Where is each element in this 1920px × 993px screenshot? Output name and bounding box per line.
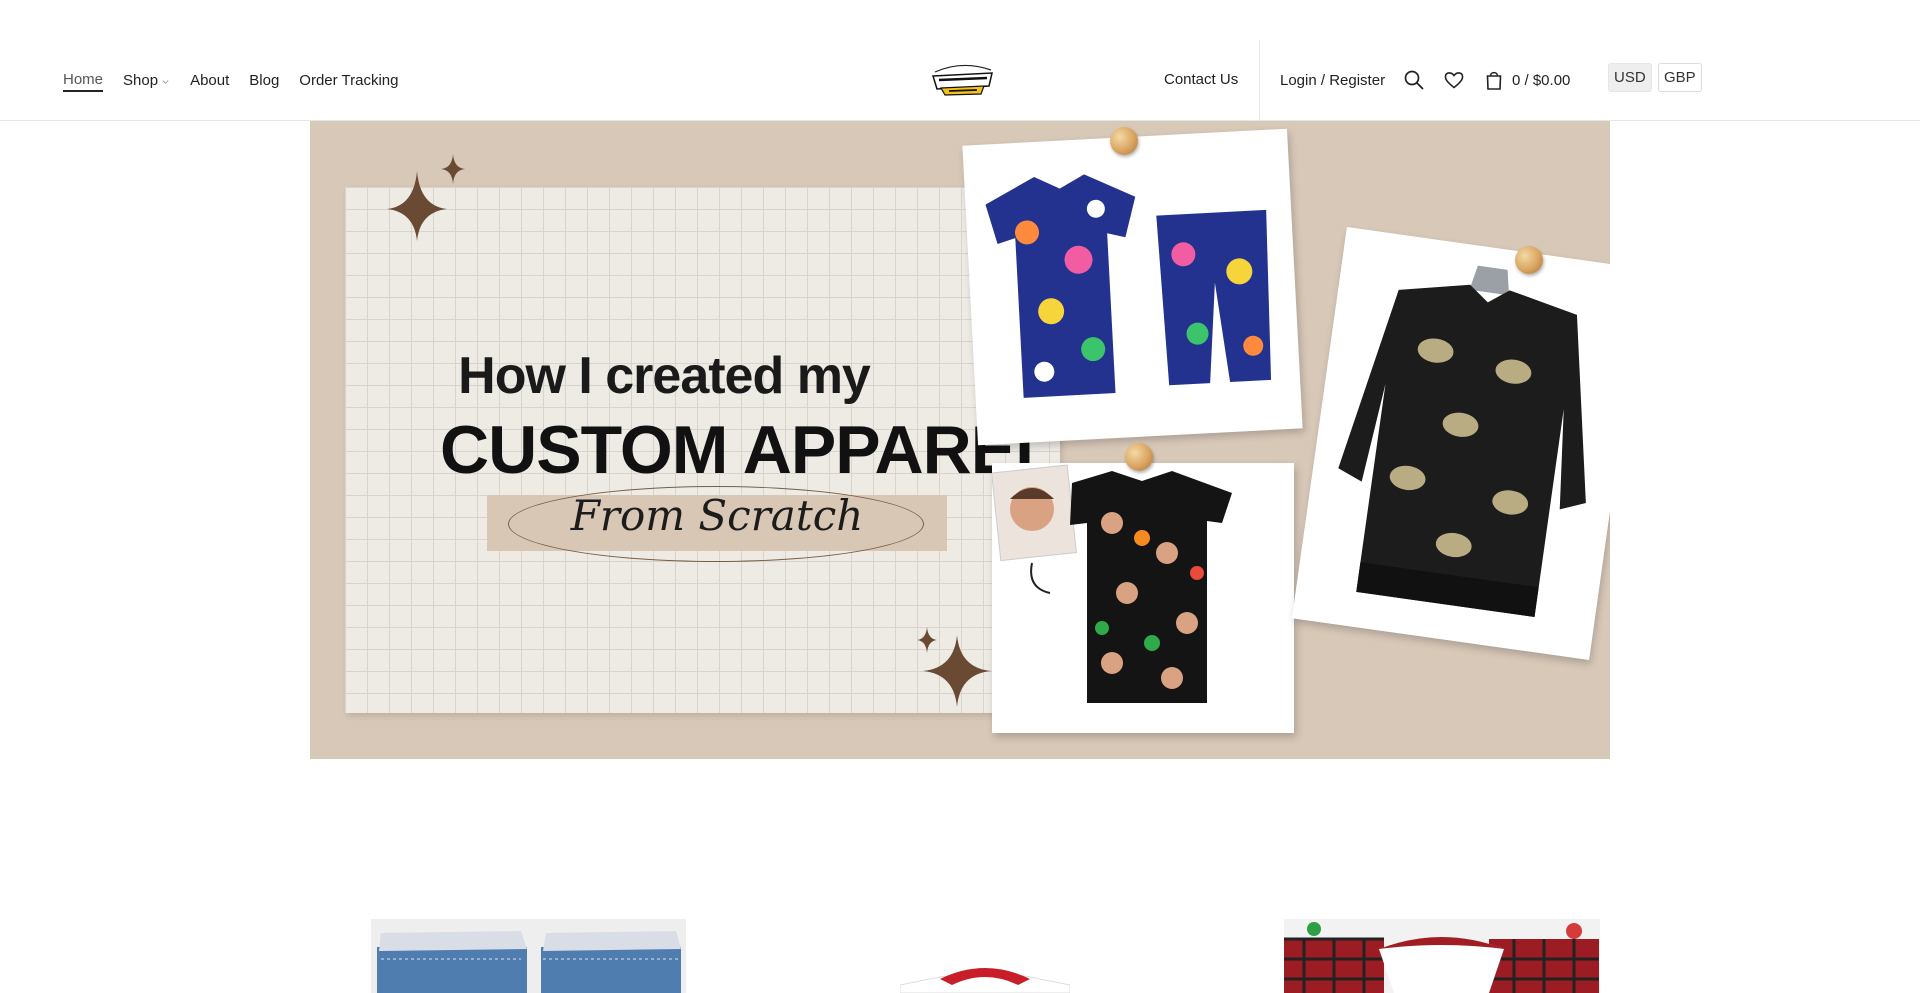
nav-shop[interactable]: Shop — [123, 71, 170, 91]
christmas-shirt-image — [1284, 919, 1600, 993]
pin-icon — [1125, 443, 1153, 471]
sparkle-icon — [917, 627, 991, 707]
face-print-shirt-image — [991, 464, 1232, 703]
nav-home[interactable]: Home — [63, 70, 104, 92]
product-thumb-shirt[interactable] — [900, 919, 1070, 993]
chevron-down-icon — [162, 79, 169, 84]
floral-shirt-shorts-image — [985, 174, 1272, 398]
photo-floral-set — [962, 128, 1303, 446]
currency-gbp-button[interactable]: GBP — [1658, 63, 1702, 92]
sparkle-icon — [387, 154, 465, 241]
logo-mark — [931, 64, 993, 96]
site-header: Home Shop About Blog Order Tracking Cont… — [0, 0, 1920, 121]
photo-bomber-jacket — [1291, 227, 1610, 660]
pin-icon — [1110, 127, 1138, 155]
site-logo[interactable] — [929, 62, 996, 98]
hero-banner[interactable]: How I created my CUSTOM APPAREL From Scr… — [310, 121, 1610, 759]
nav-contact[interactable]: Contact Us — [1164, 70, 1238, 90]
main-nav: Home Shop About Blog Order Tracking — [63, 70, 419, 92]
product-thumb-christmas[interactable] — [1284, 919, 1600, 993]
nav-shop-label: Shop — [123, 72, 159, 89]
login-register-link[interactable]: Login / Register — [1280, 71, 1385, 91]
pin-icon — [1515, 246, 1543, 274]
cart-total[interactable]: 0 / $0.00 — [1512, 72, 1570, 90]
photo-face-shirt — [991, 463, 1294, 733]
denim-product-image — [371, 919, 686, 993]
cart-icon[interactable] — [1483, 69, 1505, 91]
nav-blog[interactable]: Blog — [249, 71, 279, 91]
red-collar-shirt-image — [900, 968, 1070, 993]
currency-usd-button[interactable]: USD — [1608, 63, 1652, 92]
heart-icon[interactable] — [1443, 69, 1465, 91]
nav-about[interactable]: About — [190, 71, 229, 91]
butterfly-jacket-image — [1291, 227, 1610, 660]
search-icon[interactable] — [1403, 69, 1425, 91]
header-divider — [1259, 40, 1260, 121]
product-thumb-denim[interactable] — [371, 919, 686, 993]
hero-heading-line3: From Scratch — [570, 491, 864, 540]
hero-heading-line2: CUSTOM APPAREL — [440, 412, 1057, 488]
nav-order-tracking[interactable]: Order Tracking — [299, 71, 398, 91]
